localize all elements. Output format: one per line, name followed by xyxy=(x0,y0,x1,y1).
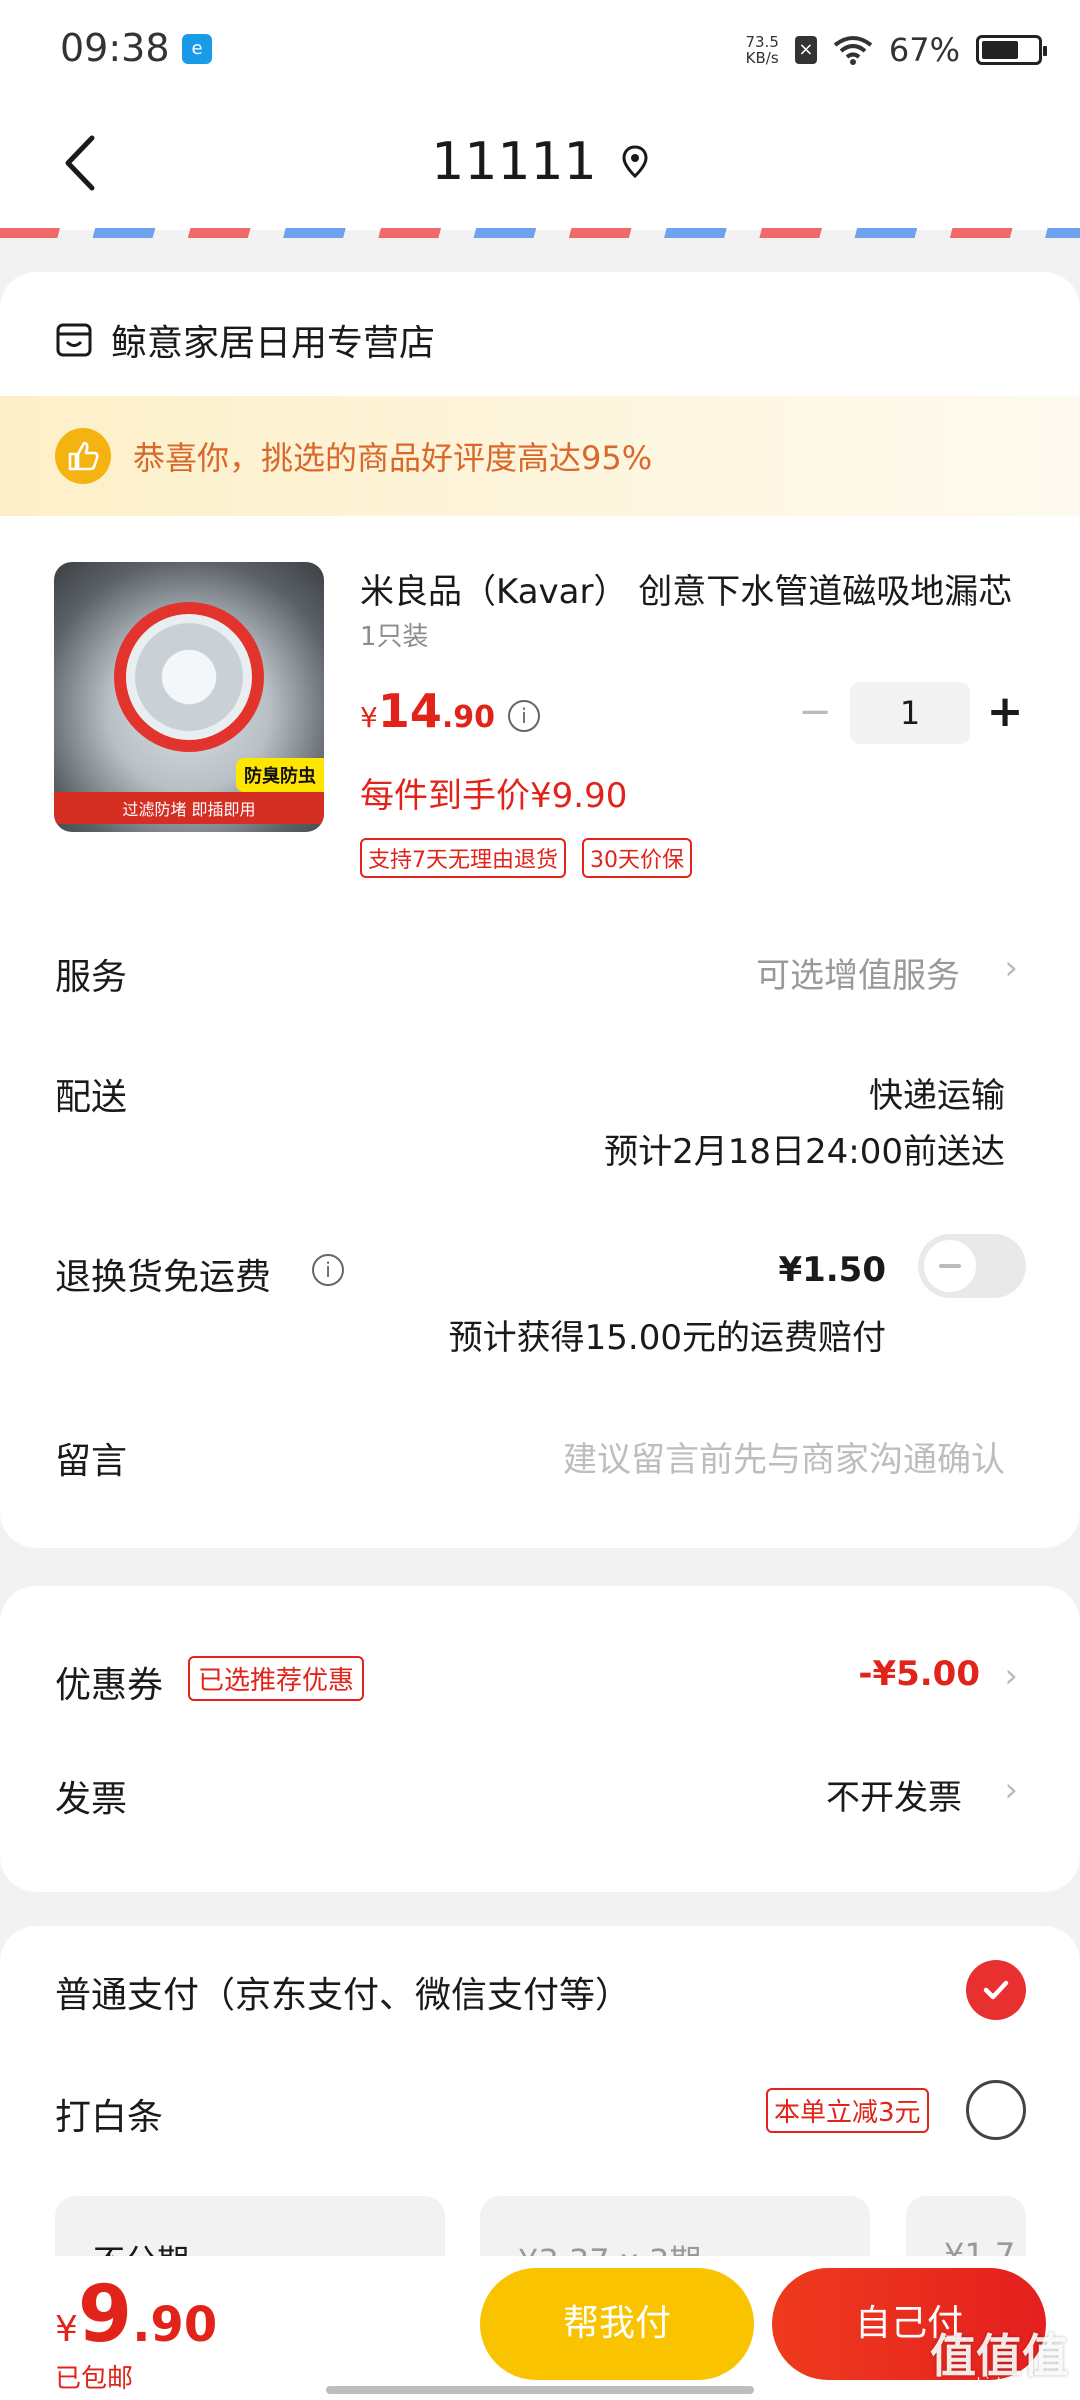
battery-icon xyxy=(976,35,1047,65)
normal-payment-checked-icon[interactable] xyxy=(966,1960,1026,2020)
store-row[interactable]: 鲸意家居日用专营店 xyxy=(55,314,435,366)
network-speed-unit: KB/s xyxy=(745,49,779,67)
service-label: 服务 xyxy=(55,957,128,998)
price-protection-tag: 30天价保 xyxy=(582,838,692,878)
total-integer: 9 xyxy=(77,2270,133,2360)
status-indicators: 73.5 KB/s × 67% xyxy=(745,26,1047,74)
baitiao-label[interactable]: 打白条 xyxy=(55,2088,163,2140)
total-decimal: .90 xyxy=(132,2297,218,2353)
coupon-badge: 已选推荐优惠 xyxy=(188,1656,365,1701)
wifi-icon xyxy=(833,36,873,65)
decrease-quantity-button[interactable]: − xyxy=(780,682,850,744)
coupon-value[interactable]: -¥5.00 xyxy=(858,1654,980,1694)
home-indicator[interactable] xyxy=(326,2386,754,2394)
coupon-card: 优惠券 已选推荐优惠 -¥5.00 › 发票 不开发票 › xyxy=(0,1586,1080,1892)
battery-percent: 67% xyxy=(888,31,960,69)
watermark-url: zhizhizhi.com xyxy=(969,2376,1064,2392)
location-pin-icon xyxy=(622,145,648,179)
product-spec[interactable]: 1只装 xyxy=(360,616,429,653)
browser-app-icon: e xyxy=(182,34,212,64)
address-title-text: 11111 xyxy=(431,132,597,192)
help-me-pay-button[interactable]: 帮我付 xyxy=(480,2268,754,2380)
increase-quantity-button[interactable]: + xyxy=(970,682,1040,744)
store-name: 鲸意家居日用专营店 xyxy=(111,323,436,364)
free-shipping-note: 已包邮 xyxy=(55,2364,134,2394)
address-title[interactable]: 11111 xyxy=(0,132,1080,192)
price-info-icon[interactable]: i xyxy=(508,700,540,732)
status-bar: 09:38 e 73.5 KB/s × 67% xyxy=(0,0,1080,100)
service-chevron-icon[interactable]: › xyxy=(1004,948,1018,988)
product-image-tag: 防臭防虫 xyxy=(236,758,324,792)
unit-final-price: 每件到手价¥9.90 xyxy=(360,776,628,816)
product-title[interactable]: 米良品（Kavar） 创意下水管道磁吸地漏芯 xyxy=(360,564,1030,613)
praise-text: 恭喜你，挑选的商品好评度高达95% xyxy=(133,439,653,477)
store-icon xyxy=(56,323,92,357)
price-decimal: .90 xyxy=(441,700,495,735)
product-drain-graphic xyxy=(114,602,264,752)
invoice-chevron-icon[interactable]: › xyxy=(1004,1770,1018,1810)
return-policy-tag: 支持7天无理由退货 xyxy=(360,838,566,878)
coupon-label: 优惠券 xyxy=(55,1665,164,1706)
return-shipping-note: 预计获得15.00元的运费赔付 xyxy=(448,1318,886,1358)
return-shipping-info-icon[interactable]: i xyxy=(312,1254,344,1286)
network-speed-value: 73.5 xyxy=(745,33,779,51)
normal-payment-label[interactable]: 普通支付（京东支付、微信支付等） xyxy=(55,1966,631,2018)
return-shipping-toggle[interactable] xyxy=(918,1234,1026,1298)
product-image[interactable]: 防臭防虫 过滤防堵 即插即用 xyxy=(54,562,324,832)
total-price: ¥ 9 .90 xyxy=(55,2270,217,2360)
message-input[interactable]: 建议留言前先与商家沟通确认 xyxy=(563,1432,1005,1481)
invoice-value[interactable]: 不开发票 xyxy=(826,1770,962,1819)
no-sim-icon: × xyxy=(794,36,817,64)
product-tags: 支持7天无理由退货 30天价保 xyxy=(360,838,692,878)
delivery-eta: 预计2月18日24:00前送达 xyxy=(604,1132,1005,1172)
coupon-chevron-icon[interactable]: › xyxy=(1004,1656,1018,1696)
toggle-knob xyxy=(924,1240,976,1292)
return-shipping-label: 退换货免运费 xyxy=(55,1257,272,1298)
price-integer: 14 xyxy=(377,684,442,738)
battery-fill xyxy=(982,41,1019,59)
message-label: 留言 xyxy=(55,1441,128,1482)
network-speed: 73.5 KB/s xyxy=(745,34,778,66)
service-value[interactable]: 可选增值服务 xyxy=(756,948,960,997)
product-image-caption: 过滤防堵 即插即用 xyxy=(54,792,324,824)
status-time: 09:38 xyxy=(60,26,170,70)
nav-bar: 11111 xyxy=(0,100,1080,230)
checkout-bar: ¥ 9 .90 已包邮 帮我付 自己付 xyxy=(0,2256,1080,2400)
baitiao-discount-badge: 本单立减3元 xyxy=(766,2088,929,2133)
quantity-stepper: − 1 + xyxy=(780,682,1040,744)
praise-banner: 恭喜你，挑选的商品好评度高达95% xyxy=(0,396,1080,516)
store-card: 鲸意家居日用专营店 恭喜你，挑选的商品好评度高达95% 防臭防虫 过滤防堵 即插… xyxy=(0,272,1080,1548)
delivery-method[interactable]: 快递运输 xyxy=(869,1068,1005,1117)
quantity-field[interactable]: 1 xyxy=(850,682,970,744)
product-price: ¥ 14 .90 xyxy=(360,684,495,738)
airmail-border-stripe xyxy=(0,228,1080,238)
price-currency: ¥ xyxy=(360,701,378,734)
total-currency: ¥ xyxy=(55,2309,78,2350)
delivery-label: 配送 xyxy=(55,1077,128,1118)
thumbs-up-icon xyxy=(55,428,111,484)
baitiao-radio[interactable] xyxy=(966,2080,1026,2140)
invoice-label: 发票 xyxy=(55,1779,128,1820)
return-shipping-price: ¥1.50 xyxy=(778,1250,886,1290)
